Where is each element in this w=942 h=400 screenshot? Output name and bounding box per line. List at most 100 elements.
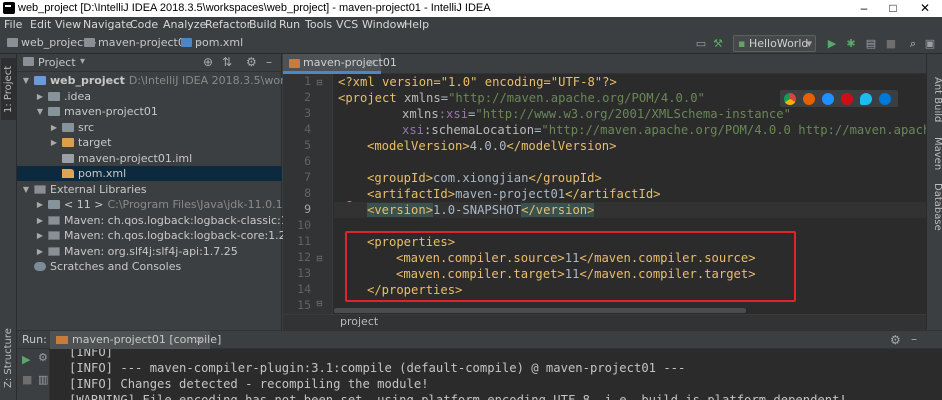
collapsed-arrow-icon[interactable]: ▶ [35,89,45,104]
tree-item-name: External Libraries [50,182,147,196]
horizontal-scrollbar[interactable] [334,308,746,313]
run-configuration-select[interactable]: ▪ HelloWorld ▾ [733,35,816,52]
fold-icon[interactable]: ⊟ [316,78,326,87]
editor-tab-bar: maven-project01 × [283,54,926,74]
menu-run[interactable]: Run [279,18,300,31]
menu-tools[interactable]: Tools [305,18,332,31]
collapsed-arrow-icon[interactable]: ▶ [35,244,45,259]
menu-refactor[interactable]: Refactor [205,18,251,31]
project-view-selector[interactable]: Project [38,56,76,69]
tree-item[interactable]: ▶ < 11 > C:\Program Files\Java\jdk-11.0.15… [17,197,300,212]
fold-icon[interactable]: ⊟ [316,254,323,263]
edge-icon[interactable] [879,93,891,105]
line-number: 13 [297,266,311,280]
hammer-icon[interactable]: ⚒ [710,36,726,51]
tree-item[interactable]: ▶ target [17,135,282,150]
ant-build-tab[interactable]: Ant Build [928,72,942,128]
project-panel: Project ▾ ⊕ ⇅ ⚙ – ▼ web_project D:\Intelli… [17,54,368,330]
minimize-button[interactable]: – [849,0,879,17]
tree-item[interactable]: ▼ External Libraries [17,182,282,197]
filter-icon[interactable]: ▥ [38,373,48,386]
run-icon[interactable]: ▶ [824,36,840,51]
firefox-icon[interactable] [803,93,815,105]
database-tab[interactable]: Database [928,182,942,232]
minimize-icon[interactable]: – [911,332,917,346]
console-output[interactable]: [INFO] [INFO] --- maven-compiler-plugin:… [51,349,942,400]
maven-tab[interactable]: Maven [928,134,942,174]
menu-analyze[interactable]: Analyze [163,18,206,31]
tree-item-name: < 11 > [64,198,104,211]
vcs-icon[interactable]: ▣ [922,36,938,51]
tree-item[interactable]: ▶ Maven: ch.qos.logback:logback-classic:1… [17,213,309,228]
gear-icon[interactable]: ⚙ [890,333,901,347]
module-icon [34,76,46,85]
line-number: 8 [304,186,311,200]
fold-icon[interactable]: ⊟ [316,299,323,308]
close-button[interactable]: ✕ [910,0,940,17]
tree-item[interactable]: ▶ src [17,120,282,135]
gear-icon[interactable]: ⚙ [246,55,257,69]
project-tool-tab[interactable]: 1: Project [1,58,16,120]
run-tab-compile[interactable]: maven-project01 [compile] × [50,331,221,349]
ie-icon[interactable] [860,93,872,105]
breadcrumb-file[interactable]: pom.xml [181,36,243,51]
expanded-arrow-icon[interactable]: ▼ [21,182,31,197]
opera-icon[interactable] [841,93,853,105]
editor-tab-pom[interactable]: maven-project01 × [283,54,397,74]
tree-item-name: Maven: ch.qos.logback:logback-classic:1.… [64,213,309,227]
rerun-icon[interactable]: ▶ [22,353,30,366]
menu-navigate[interactable]: Navigate [83,18,132,31]
menu-vcs[interactable]: VCS [336,18,358,31]
menu-edit[interactable]: Edit [30,18,51,31]
collapsed-arrow-icon[interactable]: ▶ [35,213,45,228]
tree-item[interactable]: ▼ maven-project01 [17,104,282,119]
stop-icon[interactable]: ■ [22,373,32,386]
safari-icon[interactable] [822,93,834,105]
chrome-icon[interactable] [784,93,796,105]
collapsed-arrow-icon[interactable]: ▶ [49,135,59,150]
tree-item[interactable]: Scratches and Consoles [17,259,282,274]
menu-file[interactable]: File [4,18,22,31]
project-panel-header: Project ▾ ⊕ ⇅ ⚙ – [17,54,282,72]
code-line-7: <groupId>com.xiongjian</groupId> [367,171,602,185]
maximize-button[interactable]: □ [878,0,908,17]
sync-icon[interactable]: ⊕ [203,55,213,69]
tree-item[interactable]: ▶ .idea [17,89,282,104]
chevron-down-icon[interactable]: ▾ [80,56,85,67]
code-line-2: <project xmlns="http://maven.apache.org/… [338,91,705,105]
menu-view[interactable]: View [55,18,81,31]
coverage-icon[interactable]: ▤ [863,36,879,51]
code-line-9: <version>1.0-SNAPSHOT</version> [367,203,595,217]
tree-item[interactable]: ▼ web_project D:\IntelliJ IDEA 2018.3.5\wo… [17,73,368,88]
menu-build[interactable]: Build [249,18,277,31]
project-structure-icon[interactable]: ▭ [693,36,709,51]
collapsed-arrow-icon[interactable]: ▶ [49,120,59,135]
folder-icon [48,91,60,101]
menu-window[interactable]: Window [362,18,405,31]
close-tab-icon[interactable]: × [367,54,376,71]
intellij-icon [3,2,15,14]
expanded-arrow-icon[interactable]: ▼ [21,73,31,88]
collapse-icon[interactable]: ⇅ [222,55,232,69]
xml-breadcrumb[interactable]: project [283,314,926,330]
minimize-icon[interactable]: – [266,55,272,69]
structure-tool-tab[interactable]: Z: Structure [1,322,16,394]
menu-help[interactable]: Help [404,18,429,31]
tree-item[interactable]: pom.xml [17,166,282,181]
menu-code[interactable]: Code [130,18,158,31]
line-number: 10 [297,218,311,232]
tree-item[interactable]: maven-project01.iml [17,151,282,166]
collapsed-arrow-icon[interactable]: ▶ [35,197,45,212]
collapsed-arrow-icon[interactable]: ▶ [35,228,45,243]
debug-icon[interactable]: ✱ [843,36,859,51]
folder-icon [48,200,60,209]
expanded-arrow-icon[interactable]: ▼ [35,104,45,119]
search-icon[interactable]: ⌕ [905,36,921,51]
stop-icon[interactable]: ■ [883,36,899,51]
tree-item[interactable]: ▶ Maven: org.slf4j:slf4j-api:1.7.25 [17,244,282,259]
tree-item-label: maven-project01 [64,104,158,119]
close-tab-icon[interactable]: × [195,331,204,349]
tree-item[interactable]: ▶ Maven: ch.qos.logback:logback-core:1.2.… [17,228,296,243]
settings-icon[interactable]: ⚙ [38,351,48,364]
folder-icon [62,138,74,147]
